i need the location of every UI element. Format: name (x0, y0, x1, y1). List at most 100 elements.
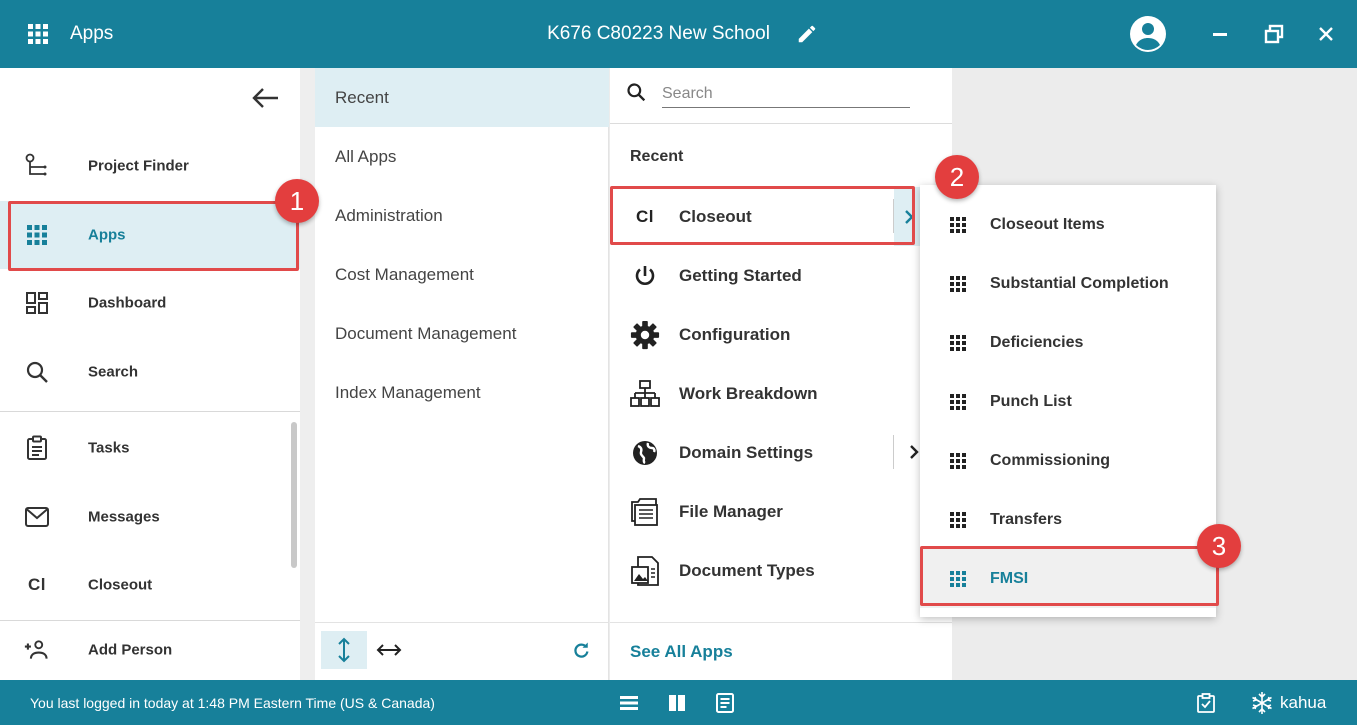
nav-divider (0, 411, 300, 412)
search-icon (24, 359, 50, 385)
split-view-icon[interactable] (666, 692, 688, 714)
chevron-right-icon (910, 445, 919, 459)
submenu-item-label: Closeout Items (990, 215, 1105, 233)
restore-window-icon[interactable] (1262, 22, 1286, 46)
submenu-item-fmsi[interactable]: FMSI (920, 549, 1216, 608)
app-item-work-breakdown[interactable]: Work Breakdown (610, 364, 952, 423)
category-cost-management[interactable]: Cost Management (315, 245, 609, 304)
category-administration[interactable]: Administration (315, 186, 609, 245)
back-arrow-icon[interactable] (250, 86, 280, 110)
app-item-label: File Manager (679, 501, 783, 521)
search-icon (627, 83, 646, 102)
user-avatar-icon[interactable] (1130, 16, 1166, 52)
app-item-domain-settings[interactable]: Domain Settings (610, 423, 952, 482)
project-finder-icon (24, 153, 50, 179)
horizontal-layout-button[interactable] (375, 637, 403, 663)
submenu-item-label: Deficiencies (990, 333, 1084, 351)
submenu-item-commissioning[interactable]: Commissioning (920, 431, 1216, 490)
app-categories-panel: Recent All Apps Administration Cost Mana… (315, 68, 609, 680)
brand-name: kahua (1280, 693, 1327, 712)
app-item-label: Document Types (679, 560, 815, 580)
minimize-icon[interactable] (1208, 22, 1232, 46)
closeout-submenu: Closeout Items Substantial Completion De… (920, 185, 1216, 617)
nav-item-label: Messages (88, 508, 160, 526)
document-types-icon (630, 555, 660, 586)
callout-badge-1: 1 (275, 179, 319, 223)
dashboard-icon (24, 290, 50, 316)
mail-icon (24, 504, 50, 530)
last-login-text: You last logged in today at 1:48 PM East… (30, 695, 435, 711)
brand-logo: kahua (1250, 691, 1326, 715)
submenu-item-label: FMSI (990, 569, 1029, 587)
refresh-icon (574, 642, 589, 658)
nav-item-dashboard[interactable]: Dashboard (0, 269, 300, 337)
category-index-management[interactable]: Index Management (315, 363, 609, 422)
submenu-item-label: Transfers (990, 510, 1063, 528)
apps-grid-icon (950, 334, 966, 351)
apps-grid-icon (950, 393, 966, 410)
left-nav-panel: Project Finder Apps Dashboard Search Tas… (0, 68, 300, 680)
nav-item-tasks[interactable]: Tasks (0, 414, 300, 482)
nav-item-label: Project Finder (88, 157, 189, 175)
app-item-label: Configuration (679, 324, 791, 344)
nav-item-label: Add Person (88, 641, 173, 659)
nav-item-label: Search (88, 363, 139, 381)
submenu-item-transfers[interactable]: Transfers (920, 490, 1216, 549)
globe-icon (630, 438, 660, 468)
nav-item-search[interactable]: Search (0, 338, 300, 406)
app-list-panel: Recent Cl Closeout Getting Started Confi… (610, 68, 952, 680)
app-item-getting-started[interactable]: Getting Started (610, 246, 952, 305)
app-search-input[interactable] (662, 80, 910, 108)
category-recent[interactable]: Recent (315, 68, 609, 127)
chevron-right-icon (905, 209, 914, 224)
task-board-icon[interactable] (1195, 692, 1217, 714)
add-person-icon (24, 637, 50, 663)
see-all-apps-link[interactable]: See All Apps (630, 642, 733, 662)
close-icon[interactable] (1314, 22, 1338, 46)
apps-grid-icon (950, 216, 966, 233)
file-manager-icon (630, 497, 660, 527)
app-item-file-manager[interactable]: File Manager (610, 482, 952, 541)
closeout-icon: Cl (28, 575, 46, 594)
submenu-item-deficiencies[interactable]: Deficiencies (920, 313, 1216, 372)
nav-item-closeout[interactable]: Cl Closeout (0, 551, 300, 619)
nav-item-label: Closeout (88, 576, 153, 594)
app-search-bar (610, 68, 952, 124)
apps-grid-icon (950, 570, 966, 587)
nav-scrollbar[interactable] (291, 422, 297, 568)
nav-item-label: Dashboard (88, 294, 167, 312)
nav-item-apps[interactable]: Apps (0, 201, 300, 269)
vertical-layout-button[interactable] (321, 631, 367, 669)
submenu-item-substantial-completion[interactable]: Substantial Completion (920, 254, 1216, 313)
app-item-configuration[interactable]: Configuration (610, 305, 952, 364)
edit-pencil-icon[interactable] (796, 23, 818, 45)
top-bar: Apps K676 C80223 New School (0, 0, 1357, 68)
submenu-item-punch-list[interactable]: Punch List (920, 372, 1216, 431)
nav-item-add-person[interactable]: Add Person (0, 616, 300, 684)
item-divider (893, 435, 894, 469)
category-all-apps[interactable]: All Apps (315, 127, 609, 186)
submenu-item-label: Punch List (990, 392, 1072, 410)
horizontal-arrows-icon (376, 644, 402, 656)
list-view-icon[interactable] (618, 692, 640, 714)
app-item-closeout[interactable]: Cl Closeout (610, 187, 952, 246)
submenu-item-closeout-items[interactable]: Closeout Items (920, 195, 1216, 254)
snowflake-icon (1252, 692, 1272, 714)
detail-view-icon[interactable] (714, 692, 736, 714)
apps-grid-icon (24, 222, 50, 248)
callout-badge-2: 2 (935, 155, 979, 199)
category-document-management[interactable]: Document Management (315, 304, 609, 363)
nav-item-project-finder[interactable]: Project Finder (0, 132, 300, 200)
apps-grid-icon (950, 275, 966, 292)
status-bar: You last logged in today at 1:48 PM East… (0, 680, 1357, 725)
nav-item-label: Apps (88, 226, 126, 244)
nav-item-label: Tasks (88, 439, 130, 457)
closeout-icon: Cl (636, 206, 654, 226)
apps-grid-icon (950, 511, 966, 528)
nav-item-messages[interactable]: Messages (0, 483, 300, 551)
app-item-label: Domain Settings (679, 442, 814, 462)
app-item-label: Getting Started (679, 265, 802, 285)
refresh-button[interactable] (569, 637, 593, 663)
see-all-apps-footer: See All Apps (610, 622, 952, 680)
app-item-document-types[interactable]: Document Types (610, 541, 952, 600)
